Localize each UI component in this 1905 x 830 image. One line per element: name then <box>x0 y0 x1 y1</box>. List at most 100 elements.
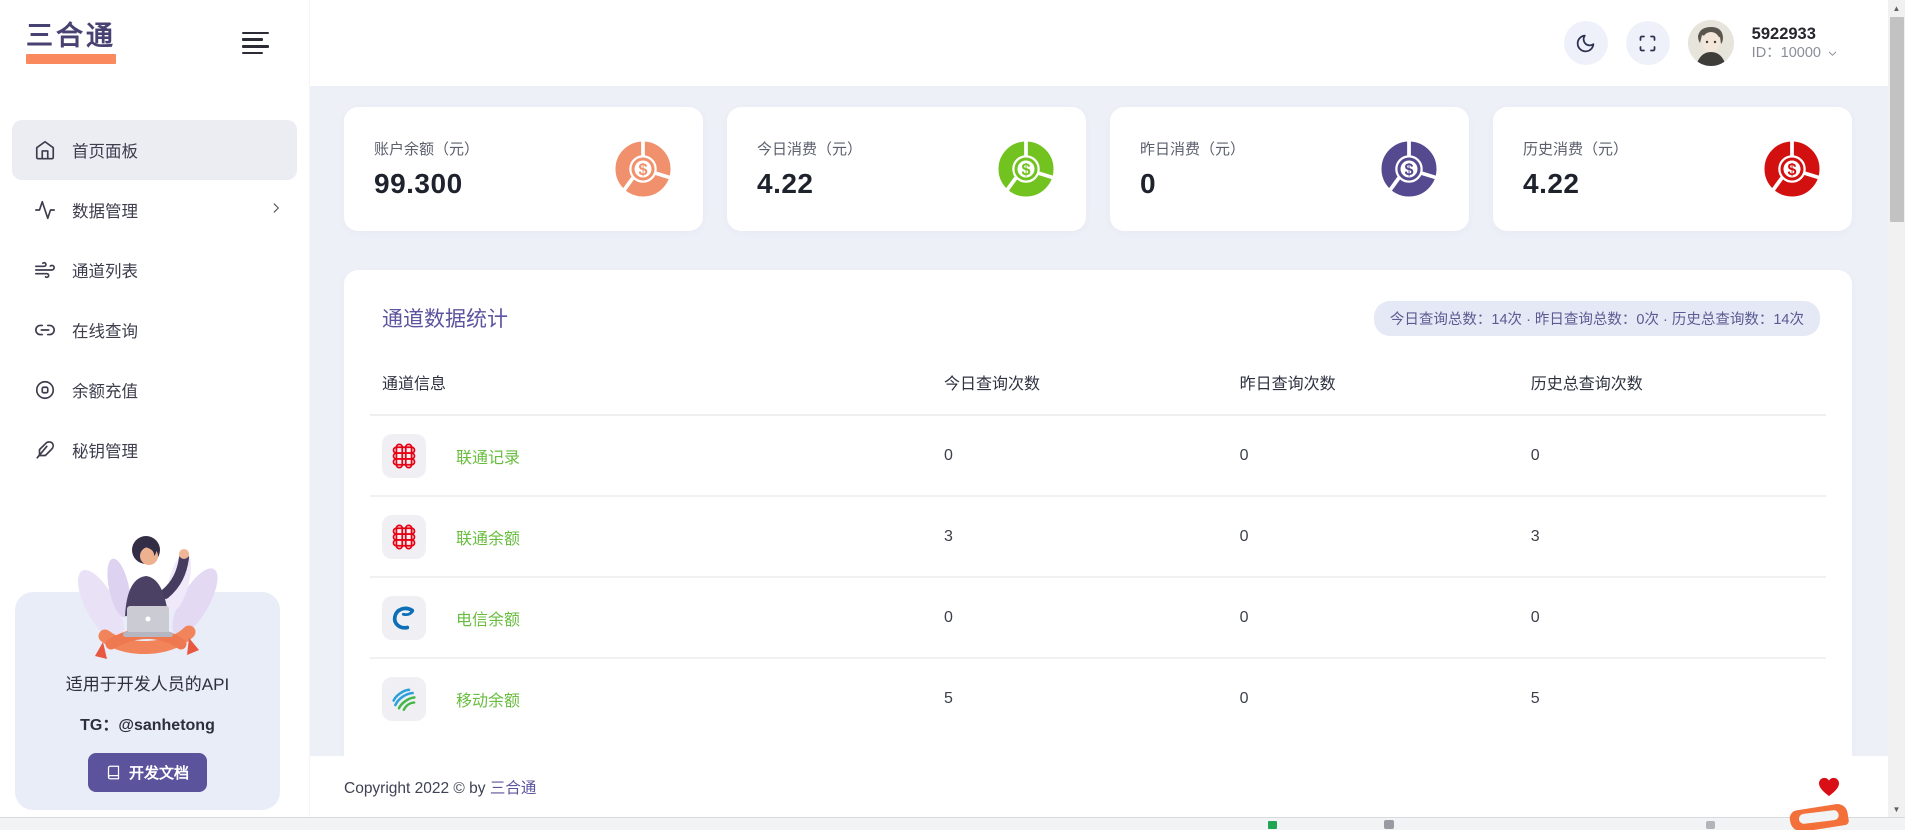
svg-text:$: $ <box>1787 161 1796 179</box>
cell-yesterday: 0 <box>1228 658 1519 739</box>
taskbar-fragment-icon <box>1706 821 1715 829</box>
stat-value: 99.300 <box>374 168 479 200</box>
stat-label: 历史消费（元） <box>1523 138 1628 159</box>
sidebar-item-label: 在线查询 <box>72 318 283 342</box>
sidebar-item-label: 数据管理 <box>72 198 253 222</box>
cell-total: 0 <box>1519 415 1826 496</box>
sidebar-item-label: 秘钥管理 <box>72 438 283 462</box>
content-area: 账户余额（元） 99.300 $ 今日消费（元） 4.22 $ 昨日消费（元） <box>310 86 1888 756</box>
dev-docs-button[interactable]: 开发文档 <box>88 753 207 792</box>
stat-card-history-spend: 历史消费（元） 4.22 $ <box>1493 107 1852 231</box>
table-row: 移动余额 5 0 5 <box>370 658 1826 739</box>
developer-api-card: 适用于开发人员的API TG：@sanhetong 开发文档 <box>15 592 280 810</box>
dev-docs-button-label: 开发文档 <box>129 762 189 783</box>
scrollbar-thumb[interactable] <box>1890 17 1904 222</box>
taskbar-fragment-icon <box>1268 821 1277 829</box>
home-icon <box>34 139 56 161</box>
stat-label: 昨日消费（元） <box>1140 138 1245 159</box>
chevron-down-icon <box>1827 48 1838 59</box>
bottom-edge-strip <box>0 817 1905 830</box>
telecom-logo-icon <box>382 596 426 640</box>
unicom-logo-icon <box>382 434 426 478</box>
sidebar-item-label: 首页面板 <box>72 138 283 162</box>
sidebar-item-online-query[interactable]: 在线查询 <box>12 300 297 360</box>
scroll-down-arrow[interactable]: ▼ <box>1888 801 1905 817</box>
app-logo-text: 三合通 <box>26 23 116 50</box>
sidebar: 三合通 首页面板 数据管理 通道列表 <box>0 0 310 817</box>
main-area: 5922933 ID：10000 账户余额（元） 99.300 $ 今日消费（元… <box>310 0 1888 817</box>
column-header: 今日查询次数 <box>932 356 1228 415</box>
telegram-contact: TG：@sanhetong <box>15 711 280 735</box>
svg-text:$: $ <box>638 161 647 179</box>
unicom-logo-icon <box>382 515 426 559</box>
channel-stats-card: 通道数据统计 今日查询总数：14次 · 昨日查询总数：0次 · 历史总查询数：1… <box>344 270 1852 756</box>
avatar[interactable] <box>1688 20 1734 66</box>
svg-text:$: $ <box>1021 161 1030 179</box>
user-id: ID：10000 <box>1752 44 1821 62</box>
svg-text:$: $ <box>1404 161 1413 179</box>
chevron-right-icon <box>269 201 283 220</box>
fullscreen-button[interactable] <box>1626 21 1670 65</box>
table-row: 电信余额 0 0 0 <box>370 577 1826 658</box>
menu-toggle-icon[interactable] <box>242 32 269 54</box>
feather-pen-icon <box>34 439 56 461</box>
copyright-text: Copyright 2022 © by 三合通 <box>344 776 536 798</box>
stat-card-account-balance: 账户余额（元） 99.300 $ <box>344 107 703 231</box>
cell-total: 0 <box>1519 577 1826 658</box>
donut-dollar-icon: $ <box>996 139 1056 199</box>
stat-label: 账户余额（元） <box>374 138 479 159</box>
cell-today: 3 <box>932 496 1228 577</box>
cell-total: 5 <box>1519 658 1826 739</box>
stat-value: 0 <box>1140 168 1245 200</box>
fullscreen-icon <box>1637 33 1658 54</box>
donut-dollar-icon: $ <box>613 139 673 199</box>
sidebar-item-channel-list[interactable]: 通道列表 <box>12 240 297 300</box>
cell-total: 3 <box>1519 496 1826 577</box>
channel-link[interactable]: 电信余额 <box>456 606 520 630</box>
cell-today: 0 <box>932 577 1228 658</box>
channel-link[interactable]: 联通记录 <box>456 444 520 468</box>
table-row: 联通余额 3 0 3 <box>370 496 1826 577</box>
sidebar-item-data-management[interactable]: 数据管理 <box>12 180 297 240</box>
table-row: 联通记录 0 0 0 <box>370 415 1826 496</box>
stat-value: 4.22 <box>757 168 862 200</box>
card-title: 通道数据统计 <box>382 303 508 333</box>
username: 5922933 <box>1752 24 1838 45</box>
logo-underline <box>26 54 116 64</box>
link-icon <box>34 319 56 341</box>
sidebar-item-dashboard[interactable]: 首页面板 <box>12 120 297 180</box>
stat-value: 4.22 <box>1523 168 1628 200</box>
taskbar-fragment-icon <box>1384 820 1394 829</box>
sidebar-item-balance-recharge[interactable]: 余额充值 <box>12 360 297 420</box>
book-icon <box>106 765 121 780</box>
vertical-scrollbar[interactable]: ▲ ▼ <box>1888 0 1905 817</box>
stat-card-yesterday-spend: 昨日消费（元） 0 $ <box>1110 107 1469 231</box>
channel-table: 通道信息 今日查询次数 昨日查询次数 历史总查询次数 联通记录 <box>370 356 1826 739</box>
sidebar-item-label: 通道列表 <box>72 258 283 282</box>
brand-link[interactable]: 三合通 <box>490 780 537 797</box>
channel-link[interactable]: 移动余额 <box>456 687 520 711</box>
stat-label: 今日消费（元） <box>757 138 862 159</box>
app-logo[interactable]: 三合通 <box>26 23 116 64</box>
sidebar-item-key-management[interactable]: 秘钥管理 <box>12 420 297 480</box>
scroll-up-arrow[interactable]: ▲ <box>1888 0 1905 16</box>
topbar: 5922933 ID：10000 <box>310 0 1888 86</box>
moon-icon <box>1575 33 1596 54</box>
activity-icon <box>34 199 56 221</box>
user-menu[interactable]: 5922933 ID：10000 <box>1752 24 1838 63</box>
cell-yesterday: 0 <box>1228 496 1519 577</box>
channel-link[interactable]: 联通余额 <box>456 525 520 549</box>
mobile-logo-icon <box>382 677 426 721</box>
column-header: 通道信息 <box>370 356 932 415</box>
dark-mode-button[interactable] <box>1564 21 1608 65</box>
query-summary-badge: 今日查询总数：14次 · 昨日查询总数：0次 · 历史总查询数：14次 <box>1374 301 1820 336</box>
sidebar-menu: 首页面板 数据管理 通道列表 在线查询 余 <box>0 120 309 480</box>
donut-dollar-icon: $ <box>1379 139 1439 199</box>
stats-row: 账户余额（元） 99.300 $ 今日消费（元） 4.22 $ 昨日消费（元） <box>344 107 1852 231</box>
cell-today: 5 <box>932 658 1228 739</box>
heart-icon <box>1818 777 1840 797</box>
cell-yesterday: 0 <box>1228 415 1519 496</box>
donut-dollar-icon: $ <box>1762 139 1822 199</box>
cell-yesterday: 0 <box>1228 577 1519 658</box>
developer-illustration <box>53 524 243 674</box>
